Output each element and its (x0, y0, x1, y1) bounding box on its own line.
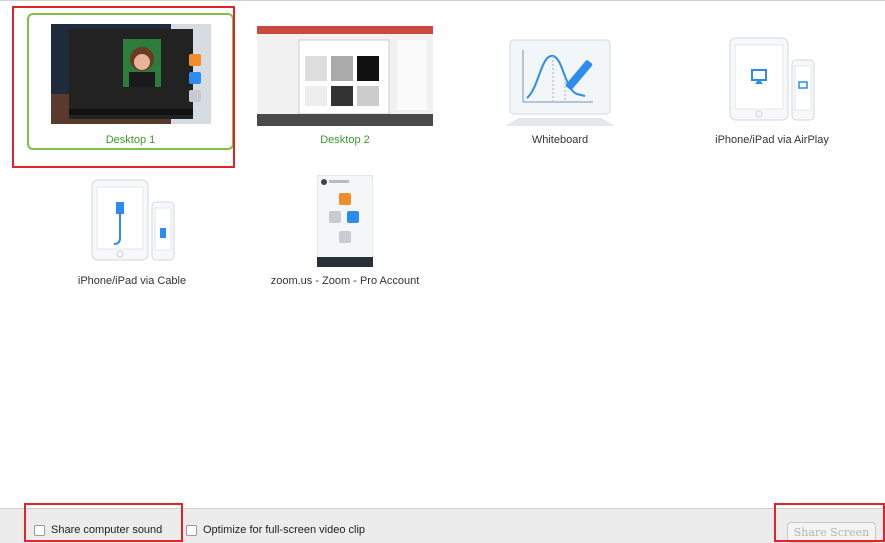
source-desktop-2[interactable]: Desktop 2 (240, 13, 450, 163)
source-cable[interactable]: iPhone/iPad via Cable (27, 170, 237, 320)
checkbox-box[interactable] (186, 524, 197, 536)
highlight-box-desktop-1 (12, 6, 235, 168)
zoom-window-icon (317, 175, 373, 267)
highlight-box-share-button (774, 503, 885, 542)
top-divider (0, 0, 885, 1)
whiteboard-icon (505, 39, 615, 126)
source-label: iPhone/iPad via Cable (77, 275, 187, 287)
source-label: Desktop 2 (320, 134, 370, 146)
cable-devices-icon (91, 179, 175, 261)
desktop-thumbnail-icon (257, 26, 433, 126)
airplay-devices-icon (729, 37, 815, 121)
highlight-box-share-sound (24, 503, 183, 542)
source-zoom-window[interactable]: zoom.us - Zoom - Pro Account (240, 170, 450, 320)
source-label: zoom.us - Zoom - Pro Account (270, 275, 420, 287)
optimize-video-label: Optimize for full-screen video clip (203, 524, 366, 536)
source-whiteboard[interactable]: Whiteboard (455, 13, 665, 163)
source-airplay[interactable]: iPhone/iPad via AirPlay (667, 13, 877, 163)
source-label: iPhone/iPad via AirPlay (715, 134, 829, 146)
optimize-video-checkbox[interactable]: Optimize for full-screen video clip (186, 524, 365, 536)
source-label: Whiteboard (531, 134, 589, 146)
